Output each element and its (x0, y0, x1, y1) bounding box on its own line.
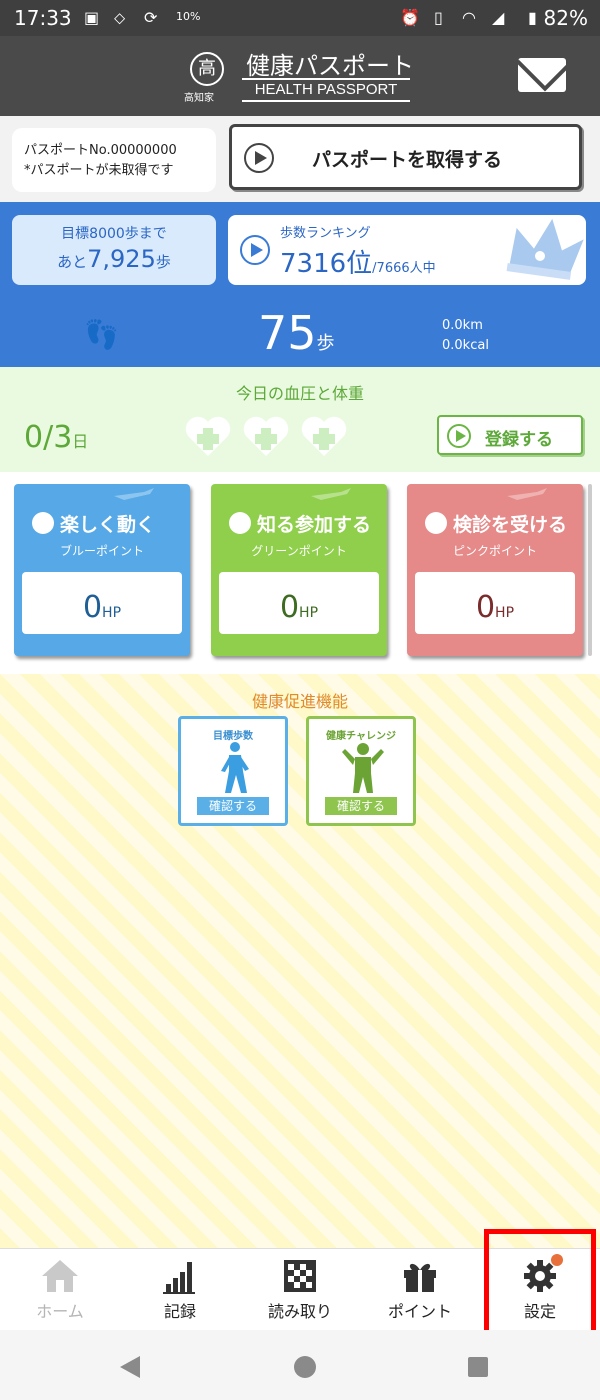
step-goal-label: 目標8000歩まで (61, 226, 167, 242)
nav-records-label: 記録 (163, 1302, 196, 1321)
blue-card-subtitle: ブルーポイント (59, 544, 144, 558)
target-steps-caption: 目標歩数 (213, 731, 253, 742)
walking-person-icon (221, 742, 249, 793)
alarm-icon: ⏰ (400, 8, 420, 27)
wifi-icon: ◠ (462, 8, 476, 27)
pink-card-title: 検診を受ける (425, 510, 567, 537)
logo-caption: 高知家 (184, 93, 214, 104)
signal-icon: ◢ (492, 8, 505, 27)
vibrate-icon: ▯ (434, 8, 443, 27)
blue-point-value: 0HP (22, 572, 182, 634)
bar-chart-icon (163, 1262, 195, 1294)
target-steps-button[interactable]: 目標歩数 確認する (178, 716, 288, 826)
passport-status: *パスポートが未取得です (24, 163, 174, 178)
nav-home[interactable]: ホーム (0, 1256, 120, 1321)
blue-card-title: 楽しく動く (32, 510, 155, 537)
app-title-en: HEALTH PASSPORT (242, 78, 410, 102)
blood-pressure-title: 今日の血圧と体重 (235, 384, 364, 403)
heart-icon (185, 416, 231, 456)
pink-card-subtitle: ピンクポイント (452, 544, 537, 558)
gift-icon (404, 1263, 436, 1292)
blue-point-card[interactable]: 楽しく動く ブルーポイント 0HP (14, 484, 190, 656)
play-icon (447, 424, 471, 448)
challenge-person-icon (342, 743, 384, 793)
app-title: 健康パスポート (246, 52, 414, 80)
play-icon (244, 143, 274, 173)
status-time: 17:33 (14, 6, 72, 30)
kochi-logo: 高 (190, 52, 224, 86)
status-bar: 17:33 ▣ ⬦ ⟳ 10% ⏰ ▯ ◠ ◢ ▮ 82% (0, 0, 600, 36)
get-passport-button[interactable]: パスポートを取得する (229, 124, 582, 190)
back-icon[interactable] (120, 1356, 140, 1378)
pink-point-value: 0HP (415, 572, 575, 634)
green-card-title: 知る参加する (229, 510, 371, 537)
app-header: 高 高知家 健康パスポート HEALTH PASSPORT (0, 36, 600, 116)
distance-value: 0.0km (442, 318, 483, 333)
register-label: 登録する (485, 430, 553, 450)
airplane-icon (114, 488, 154, 500)
sync-icon: ⟳ (144, 8, 158, 27)
battery-icon: ▮ (528, 8, 537, 27)
register-button[interactable]: 登録する (437, 415, 583, 455)
target-steps-confirm: 確認する (197, 797, 269, 815)
ranking-value: 7316位/7666人中 (280, 249, 436, 279)
today-steps: 75歩 (258, 306, 335, 360)
location-icon: ⬦ (114, 8, 126, 27)
heart-icon (301, 416, 347, 456)
qr-code-icon (284, 1260, 316, 1292)
green-card-subtitle: グリーンポイント (251, 544, 347, 558)
health-challenge-button[interactable]: 健康チャレンジ 確認する (306, 716, 416, 826)
ranking-title: 歩数ランキング (280, 226, 371, 241)
step-goal-remaining: あと7,925歩 (57, 245, 171, 273)
passport-info: パスポートNo.00000000 *パスポートが未取得です (12, 128, 216, 192)
step-goal-box: 目標8000歩まで あと7,925歩 (12, 215, 216, 285)
airplane-icon (311, 488, 351, 500)
weather-temp: 10% (176, 10, 201, 23)
nav-records[interactable]: 記録 (120, 1256, 240, 1321)
airplane-icon (507, 488, 547, 500)
recent-apps-icon[interactable] (468, 1357, 488, 1377)
highlight-box (484, 1229, 596, 1335)
play-icon (240, 235, 270, 265)
mail-icon[interactable] (518, 58, 566, 92)
passport-number: パスポートNo.00000000 (24, 143, 177, 158)
cards-scrollbar[interactable] (588, 484, 592, 656)
health-challenge-confirm: 確認する (325, 797, 397, 815)
nav-scan[interactable]: 読み取り (240, 1256, 360, 1321)
get-passport-label: パスポートを取得する (312, 149, 503, 171)
health-challenge-caption: 健康チャレンジ (326, 731, 396, 742)
blood-pressure-count: 0/3日 (24, 420, 89, 455)
health-promotion-title: 健康促進機能 (251, 692, 348, 711)
heart-icon (243, 416, 289, 456)
nav-points[interactable]: ポイント (360, 1256, 480, 1321)
home-circle-icon[interactable] (294, 1356, 316, 1378)
footsteps-icon: 👣 (84, 318, 119, 351)
green-point-card[interactable]: 知る参加する グリーンポイント 0HP (211, 484, 387, 656)
nav-scan-label: 読み取り (267, 1302, 332, 1321)
health-promotion-section (0, 674, 600, 1248)
nav-home-label: ホーム (36, 1302, 84, 1321)
battery-level: 82% (543, 6, 588, 30)
app-notification-icon: ▣ (84, 8, 100, 27)
calories-value: 0.0kcal (442, 338, 489, 353)
crown-icon (506, 218, 584, 280)
nav-points-label: ポイント (387, 1302, 452, 1321)
green-point-value: 0HP (219, 572, 379, 634)
pink-point-card[interactable]: 検診を受ける ピンクポイント 0HP (407, 484, 583, 656)
home-icon (42, 1260, 78, 1292)
